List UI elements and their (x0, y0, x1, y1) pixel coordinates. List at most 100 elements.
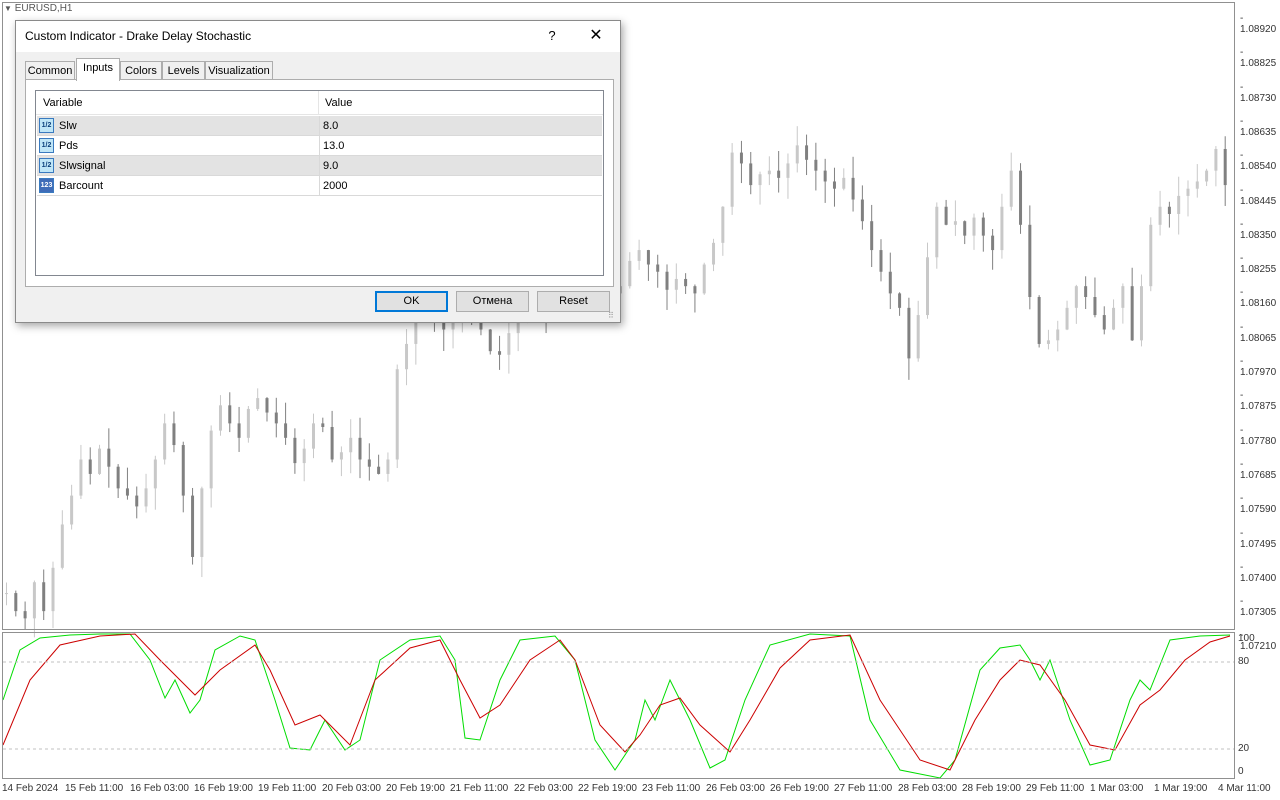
candle-body (181, 445, 185, 496)
time-tick-label: 28 Feb 19:00 (962, 783, 1021, 794)
candle-body (777, 170, 781, 178)
cancel-button[interactable]: Отмена (456, 291, 529, 312)
candle-body (200, 488, 204, 557)
candle-body (1121, 286, 1125, 308)
symbol-timeframe-label: ▼ EURUSD,H1 (4, 3, 73, 14)
price-tick-label: - 1.08350 (1240, 218, 1277, 241)
candle-body (953, 221, 957, 225)
candle-body (767, 170, 771, 175)
candle-body (274, 412, 278, 424)
time-tick-label: 14 Feb 2024 (2, 783, 59, 794)
candle-body (70, 495, 74, 525)
candle-body (42, 582, 46, 612)
candle-body (163, 423, 167, 460)
tab-common[interactable]: Common (25, 61, 75, 80)
candle-body (321, 423, 325, 427)
parameters-table[interactable]: Variable Value 1/2 Slw 8.0 1/2 Pds 13.0 … (35, 90, 604, 276)
price-tick-label: - 1.08445 (1240, 184, 1277, 207)
column-header-value[interactable]: Value (319, 91, 603, 115)
reset-button[interactable]: Reset (537, 291, 610, 312)
candle-body (218, 405, 222, 431)
price-tick-label: - 1.07685 (1240, 458, 1277, 481)
time-tick-label: 29 Feb 11:00 (1026, 783, 1085, 794)
price-tick-label: - 1.07590 (1240, 493, 1277, 516)
table-row[interactable]: 1/2 Pds 13.0 (37, 136, 602, 156)
candle-body (1177, 195, 1181, 214)
variable-value[interactable]: 13.0 (323, 136, 344, 156)
candle-body (1074, 286, 1078, 308)
candle-body (1102, 315, 1106, 330)
candle-body (237, 423, 241, 438)
candle-body (646, 250, 650, 265)
time-tick-label: 15 Feb 11:00 (65, 783, 124, 794)
candle-body (1028, 224, 1032, 298)
candle-body (1149, 224, 1153, 287)
candle-body (842, 177, 846, 189)
candle-body (981, 217, 985, 236)
candle-body (786, 163, 790, 178)
price-tick-label: - 1.08540 (1240, 150, 1277, 173)
variable-name: Barcount (59, 180, 104, 192)
dialog-title: Custom Indicator - Drake Delay Stochasti… (25, 29, 252, 43)
table-row[interactable]: 1/2 Slwsignal 9.0 (37, 156, 602, 176)
variable-value[interactable]: 9.0 (323, 156, 338, 176)
candle-body (712, 242, 716, 265)
help-button[interactable]: ? (542, 26, 562, 46)
candle-body (228, 405, 232, 424)
candle-body (1205, 170, 1209, 182)
tab-visualization[interactable]: Visualization (205, 61, 273, 80)
ok-button[interactable]: OK (375, 291, 448, 312)
table-row[interactable]: 1/2 Slw 8.0 (37, 116, 602, 136)
candle-body (125, 488, 129, 496)
candle-body (1223, 148, 1227, 186)
table-row[interactable]: 123 Barcount 2000 (37, 176, 602, 196)
resize-grip-icon[interactable]: ⠿ (608, 311, 616, 320)
stochastic-signal-line (2, 633, 1231, 771)
candle-body (330, 426, 334, 460)
candle-body (442, 322, 446, 330)
price-tick-label: - 1.07305 (1240, 596, 1277, 619)
candle-body (972, 217, 976, 236)
close-button[interactable]: ✕ (584, 25, 608, 47)
candle-body (5, 593, 8, 595)
tab-levels[interactable]: Levels (162, 61, 205, 80)
time-tick-label: 20 Feb 03:00 (322, 783, 381, 794)
price-tick-label: - 1.08920 (1240, 13, 1277, 35)
candle-body (395, 369, 399, 460)
variable-name: Pds (59, 140, 78, 152)
integer-icon: 123 (39, 178, 54, 193)
tab-inputs[interactable]: Inputs (76, 58, 120, 81)
price-tick-label: - 1.07970 (1240, 356, 1277, 378)
candle-body (191, 495, 195, 557)
variable-name: Slw (59, 120, 77, 132)
custom-indicator-dialog: Custom Indicator - Drake Delay Stochasti… (15, 20, 621, 323)
candle-body (1112, 307, 1116, 330)
candle-body (628, 260, 632, 287)
candle-body (451, 322, 455, 330)
candle-body (1158, 206, 1162, 225)
candle-body (739, 152, 743, 164)
candle-body (1195, 181, 1199, 189)
variable-value[interactable]: 8.0 (323, 116, 338, 136)
candle-body (209, 430, 213, 489)
time-tick-label: 16 Feb 19:00 (194, 783, 253, 794)
dropdown-triangle-icon[interactable]: ▼ (4, 4, 12, 13)
candle-body (284, 423, 288, 438)
candle-body (1130, 286, 1134, 341)
price-tick-label: - 1.08825 (1240, 47, 1277, 70)
column-header-variable[interactable]: Variable (36, 91, 319, 115)
candle-body (293, 437, 297, 464)
price-tick-label: - 1.08065 (1240, 321, 1277, 344)
candle-body (684, 278, 688, 287)
candle-body (488, 329, 492, 352)
candle-body (172, 423, 176, 446)
candle-body (14, 593, 18, 612)
dialog-titlebar[interactable]: Custom Indicator - Drake Delay Stochasti… (16, 21, 620, 52)
candle-body (32, 582, 36, 619)
variable-value[interactable]: 2000 (323, 176, 347, 196)
price-tick-label: - 1.08730 (1240, 81, 1277, 104)
indicator-level-label: 20 (1238, 743, 1250, 754)
candle-body (944, 206, 948, 225)
tab-colors[interactable]: Colors (120, 61, 162, 80)
time-tick-label: 26 Feb 03:00 (706, 783, 765, 794)
